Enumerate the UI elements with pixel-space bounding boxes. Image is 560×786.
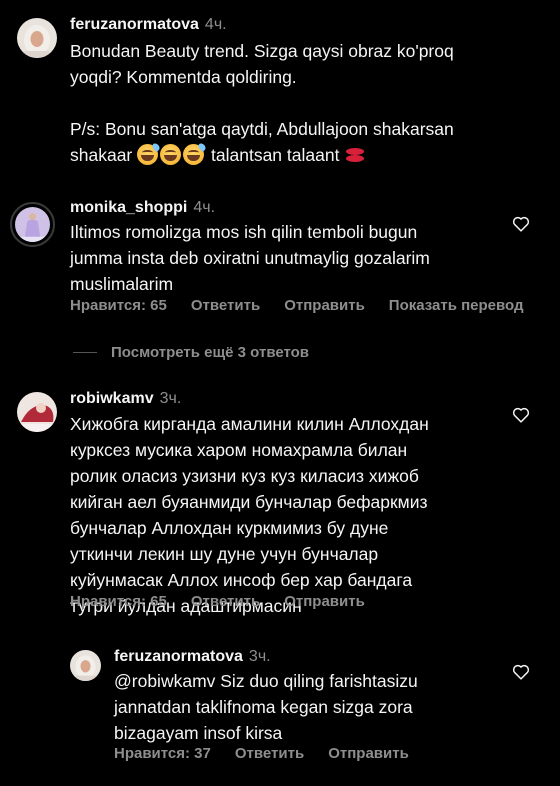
reply-text: @robiwkamv Siz duo qiling farishtasizu j… [114,671,418,743]
likes-count[interactable]: Нравится: 37 [114,745,211,762]
reply-username[interactable]: feruzanormatova 3ч. [114,648,271,666]
comment-actions: Нравится: 65 Ответить Отправить Показать пе… [70,297,524,314]
send-button[interactable]: Отправить [328,745,409,762]
comment-text: Iltimos romolizga mos ish qilin temboli … [70,222,430,294]
comment-time: 4ч. [204,16,227,33]
likes-count[interactable]: Нравится: 65 [70,297,167,314]
comment-text: Хижобга кирганда амалини килин Аллохдан … [70,414,429,616]
translate-button[interactable]: Показать перевод [389,297,524,314]
avatar-feruzanormatova[interactable] [17,18,57,58]
reply-actions: Нравится: 37 Ответить Отправить [114,745,409,762]
heart-outline-icon[interactable] [512,407,530,423]
comment-actions: Нравится: 65 Ответить Отправить [70,593,365,610]
comment-username[interactable]: monika_shoppi 4ч. [70,199,215,217]
divider [73,352,97,353]
reply-button[interactable]: Ответить [191,593,260,610]
heart-outline-icon[interactable] [512,216,530,232]
reply-button[interactable]: Ответить [191,297,260,314]
send-button[interactable]: Отправить [284,297,365,314]
comment-username[interactable]: robiwkamv 3ч. [70,390,181,408]
comment-text: Bonudan Beauty trend. Sizga qaysi obraz … [70,41,454,165]
reply-time: 3ч. [248,648,271,665]
kiss-mark-emoji [344,147,366,163]
heart-outline-icon[interactable] [512,664,530,680]
likes-count[interactable]: Нравится: 65 [70,593,167,610]
avatar-robiwkamv[interactable] [17,392,57,432]
send-button[interactable]: Отправить [284,593,365,610]
sweat-smile-emoji [183,142,208,165]
comment-time: 3ч. [159,390,182,407]
avatar-monika-shoppi[interactable] [10,202,55,247]
comment-username[interactable]: feruzanormatova 4ч. [70,16,227,34]
reply-button[interactable]: Ответить [235,745,304,762]
avatar-feruzanormatova-reply[interactable] [70,650,101,681]
view-more-replies-button[interactable]: Посмотреть ещё 3 ответов [73,344,309,361]
sweat-smile-emoji [137,142,162,165]
comment-time: 4ч. [193,199,216,216]
grin-emoji [160,144,182,165]
